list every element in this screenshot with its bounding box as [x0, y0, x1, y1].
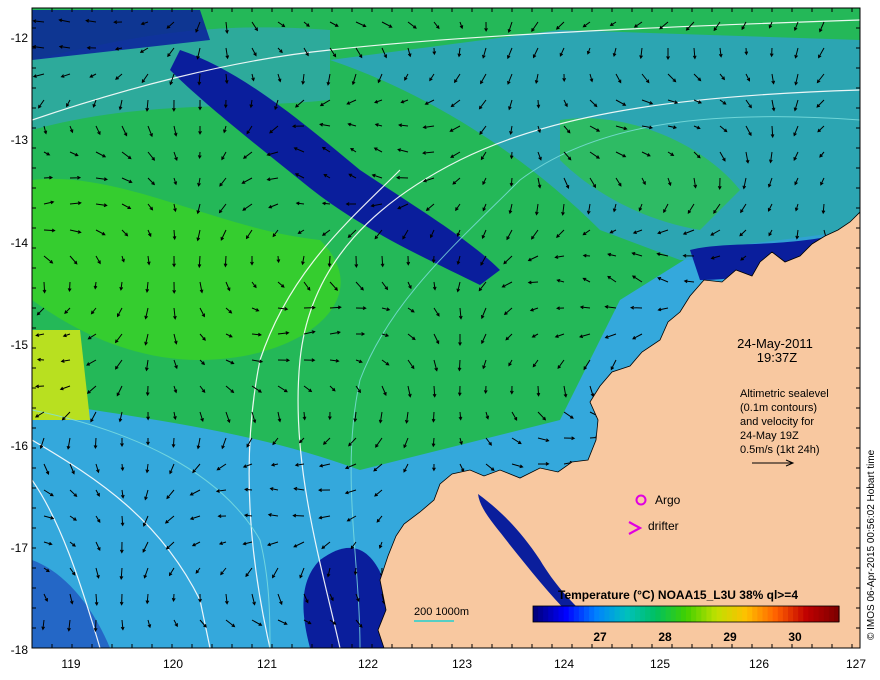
colorbar-segment: [675, 606, 682, 622]
lat-tick: -17: [11, 541, 29, 555]
colorbar-segment: [614, 606, 621, 622]
colorbar-segment: [793, 606, 799, 622]
lat-tick: -14: [11, 236, 29, 250]
argo-label: Argo: [655, 493, 681, 507]
colorbar-segment: [650, 606, 656, 622]
lon-tick: 126: [749, 657, 769, 671]
colorbar-segment: [533, 606, 539, 622]
colorbar-segment: [624, 606, 631, 622]
drifter-label: drifter: [648, 519, 679, 533]
colorbar-segment: [589, 606, 595, 622]
colorbar-segment: [553, 606, 560, 622]
colorbar-segment: [798, 606, 804, 622]
colorbar-segment: [604, 606, 611, 622]
colorbar-segment: [573, 606, 580, 622]
colorbar-segment: [655, 606, 662, 622]
bathymetry-label: 200 1000m: [414, 606, 469, 618]
colorbar-segment: [696, 606, 702, 622]
colorbar-segment: [629, 606, 636, 622]
colorbar-segment: [578, 606, 585, 622]
lat-tick: -12: [11, 31, 29, 45]
legend-line: (0.1m contours): [740, 402, 817, 414]
lon-tick: 120: [163, 657, 183, 671]
colorbar-segment: [680, 606, 687, 622]
lat-tick: -13: [11, 133, 29, 147]
colorbar-segment: [543, 606, 549, 622]
colorbar-segment: [772, 606, 779, 622]
colorbar-ramp: [533, 606, 840, 622]
colorbar-segment: [701, 606, 707, 622]
colorbar-segment: [568, 606, 575, 622]
lon-tick: 124: [554, 657, 574, 671]
lon-tick: 123: [452, 657, 472, 671]
colorbar-segment: [691, 606, 697, 622]
colorbar-segment: [665, 606, 672, 622]
colorbar-segment: [660, 606, 667, 622]
colorbar-segment: [777, 606, 784, 622]
imos-credit: © IMOS 06-Apr-2015 00:56:02 Hobart time: [866, 449, 877, 640]
colorbar-segment: [747, 606, 753, 622]
lon-tick: 122: [358, 657, 378, 671]
colorbar-segment: [640, 606, 646, 622]
lon-tick: 125: [650, 657, 670, 671]
legend-line: 24-May 19Z: [740, 430, 799, 442]
lon-tick: 121: [257, 657, 277, 671]
colorbar-segment: [686, 606, 692, 622]
colorbar-segment: [752, 606, 758, 622]
sst-map: 119 120 121 122 123 124 125 126 127 -12 …: [11, 7, 877, 671]
colorbar-segment: [726, 606, 733, 622]
lat-axis: -12 -13 -14 -15 -16 -17 -18: [11, 31, 29, 657]
legend-line: and velocity for: [740, 416, 814, 428]
colorbar-segment: [538, 606, 544, 622]
colorbar-segment: [563, 606, 570, 622]
colorbar-segment: [584, 606, 590, 622]
warm-water-region: [32, 330, 90, 420]
colorbar-tick: 29: [723, 630, 737, 644]
colorbar-segment: [803, 606, 809, 622]
colorbar-segment: [721, 606, 728, 622]
colorbar-segment: [716, 606, 723, 622]
colorbar-tick: 28: [658, 630, 672, 644]
lon-tick: 127: [846, 657, 866, 671]
colorbar-tick: 30: [788, 630, 802, 644]
lon-axis: 119 120 121 122 123 124 125 126 127: [61, 657, 866, 671]
colorbar-segment: [731, 606, 738, 622]
colorbar-segment: [645, 606, 651, 622]
colorbar-segment: [757, 606, 764, 622]
colorbar-segment: [670, 606, 677, 622]
colorbar-segment: [609, 606, 616, 622]
colorbar-segment: [706, 606, 713, 622]
colorbar-tick: 27: [593, 630, 607, 644]
colorbar-segment: [558, 606, 565, 622]
colorbar-segment: [599, 606, 605, 622]
colorbar-segment: [711, 606, 718, 622]
colorbar-segment: [742, 606, 748, 622]
lat-tick: -15: [11, 338, 29, 352]
map-date: 24-May-2011: [737, 336, 813, 351]
colorbar-segment: [788, 606, 794, 622]
colorbar-segment: [619, 606, 626, 622]
colorbar-segment: [828, 606, 835, 622]
colorbar-title: Temperature (°C) NOAA15_L3U 38% ql>=4: [558, 588, 798, 602]
colorbar-segment: [594, 606, 600, 622]
colorbar-segment: [782, 606, 789, 622]
lat-tick: -16: [11, 439, 29, 453]
colorbar-segment: [762, 606, 769, 622]
colorbar-segment: [818, 606, 825, 622]
colorbar-segment: [823, 606, 830, 622]
colorbar-segment: [767, 606, 774, 622]
legend-line: Altimetric sealevel: [740, 388, 829, 400]
colorbar-segment: [808, 606, 815, 622]
lat-tick: -18: [11, 643, 29, 657]
colorbar-segment: [737, 606, 743, 622]
colorbar-segment: [635, 606, 641, 622]
colorbar-segment: [813, 606, 820, 622]
legend-line: 0.5m/s (1kt 24h): [740, 444, 819, 456]
colorbar-segment: [548, 606, 554, 622]
lon-tick: 119: [61, 657, 80, 671]
map-time: 19:37Z: [757, 350, 798, 365]
